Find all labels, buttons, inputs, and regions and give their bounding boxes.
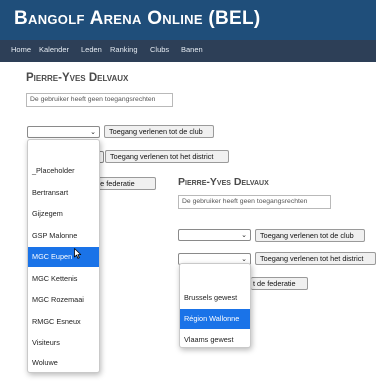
mouse-pointer-icon — [74, 248, 82, 259]
district-option[interactable]: Brussels gewest — [180, 288, 250, 308]
rights-note-overlay: De gebruiker heeft geen toegangsrechten — [178, 195, 331, 209]
club-option[interactable]: _Placeholder — [28, 161, 99, 181]
club-option[interactable]: GSP Malonne — [28, 226, 99, 246]
district-dropdown-list: Brussels gewest Région Wallonne Vlaams g… — [179, 263, 251, 348]
district-option[interactable]: Vlaams gewest — [180, 330, 250, 350]
club-select-overlay[interactable]: ⌄ — [178, 229, 251, 241]
club-option[interactable]: MGC Kettenis — [28, 269, 99, 289]
nav-kalender[interactable]: Kalender — [39, 45, 69, 54]
nav-home[interactable]: Home — [11, 45, 31, 54]
club-option[interactable]: Visiteurs — [28, 333, 99, 353]
district-option-selected[interactable]: Région Wallonne — [180, 309, 250, 329]
nav-banen[interactable]: Banen — [181, 45, 203, 54]
club-option[interactable]: Gijzegem — [28, 204, 99, 224]
club-select[interactable]: ⌄ — [27, 126, 100, 138]
main-nav: Home Kalender Leden Ranking Clubs Banen — [0, 40, 376, 62]
club-option[interactable]: RMGC Esneux — [28, 312, 99, 332]
club-option-selected[interactable]: MGC Eupen — [28, 247, 99, 267]
app-header: Bangolf Arena Online (BEL) — [0, 0, 376, 40]
rights-note: De gebruiker heeft geen toegangsrechten — [26, 93, 173, 107]
user-name: Pierre-Yves Delvaux — [26, 72, 129, 84]
chevron-down-icon: ⌄ — [241, 232, 247, 239]
user-name-overlay: Pierre-Yves Delvaux — [178, 176, 269, 188]
grant-district-button[interactable]: Toegang verlenen tot het district — [105, 150, 229, 163]
chevron-down-icon: ⌄ — [90, 129, 96, 136]
club-option[interactable]: Bertransart — [28, 183, 99, 203]
nav-clubs[interactable]: Clubs — [150, 45, 169, 54]
grant-club-button-overlay[interactable]: Toegang verlenen tot de club — [255, 229, 365, 242]
grant-club-button[interactable]: Toegang verlenen tot de club — [104, 125, 214, 138]
nav-leden[interactable]: Leden — [81, 45, 102, 54]
app-title: Bangolf Arena Online (BEL) — [14, 8, 261, 29]
grant-federation-button-overlay[interactable]: t de federatie — [251, 277, 308, 290]
club-option[interactable]: MGC Rozemaai — [28, 290, 99, 310]
club-option[interactable]: Woluwe — [28, 353, 99, 373]
nav-ranking[interactable]: Ranking — [110, 45, 138, 54]
grant-district-button-overlay[interactable]: Toegang verlenen tot het district — [255, 252, 376, 265]
club-dropdown-list: _Placeholder Bertransart Gijzegem GSP Ma… — [27, 139, 100, 373]
district-select[interactable] — [100, 151, 104, 163]
